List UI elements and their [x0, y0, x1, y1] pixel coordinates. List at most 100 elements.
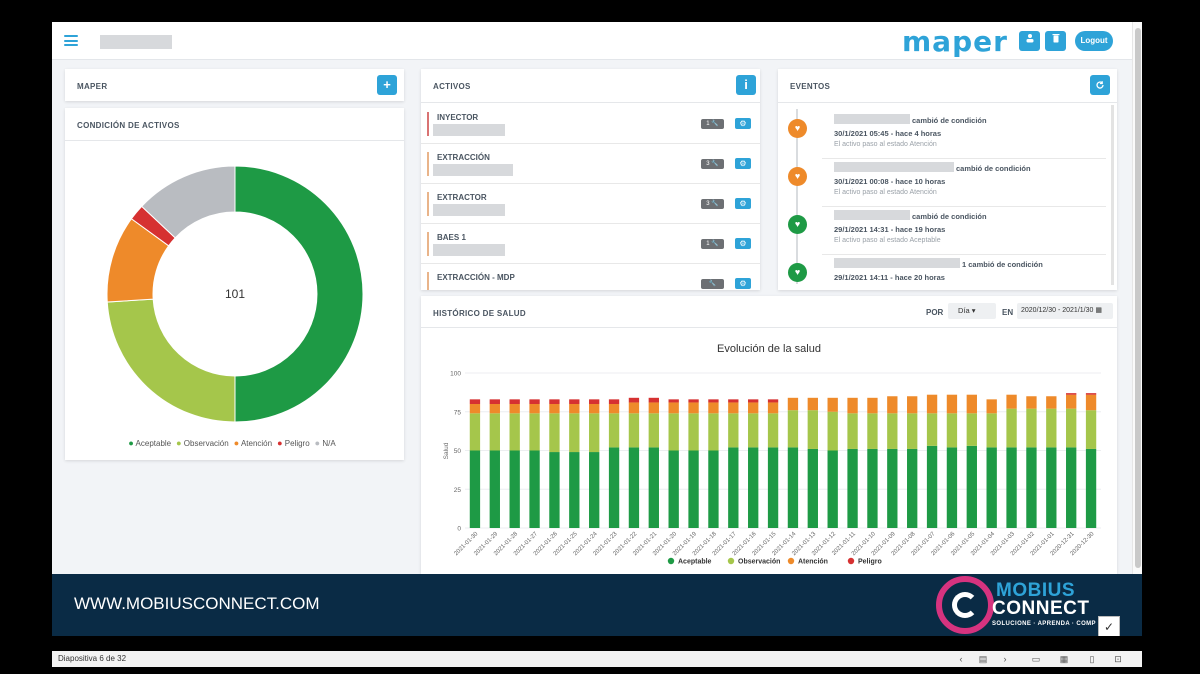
bar-peligro[interactable]	[708, 399, 719, 403]
bar-observacin[interactable]	[469, 413, 481, 451]
bar-observacin[interactable]	[827, 411, 838, 451]
work-order-badge[interactable]: 1 🔧	[701, 119, 724, 129]
bar-peligro[interactable]	[1066, 393, 1077, 395]
bar-aceptable[interactable]	[608, 447, 620, 528]
bar-observacin[interactable]	[867, 413, 878, 449]
bar-aceptable[interactable]	[986, 447, 997, 528]
bar-observacin[interactable]	[489, 413, 500, 451]
bar-aceptable[interactable]	[1085, 448, 1097, 528]
legend-item[interactable]: ● Aceptable	[128, 438, 171, 448]
menu-icon[interactable]	[64, 35, 78, 46]
bar-peligro[interactable]	[509, 399, 520, 404]
user-button[interactable]	[1019, 31, 1040, 51]
bar-peligro[interactable]	[469, 399, 481, 404]
bar-atencin[interactable]	[986, 399, 997, 414]
donut-slice-observacin[interactable]	[106, 298, 236, 423]
bar-aceptable[interactable]	[907, 448, 918, 528]
bar-aceptable[interactable]	[489, 450, 500, 529]
bar-peligro[interactable]	[489, 399, 500, 404]
trash-button[interactable]	[1045, 31, 1066, 51]
bar-observacin[interactable]	[887, 413, 898, 449]
event-item[interactable]: cambió de condición 29/1/2021 14:31 - ha…	[822, 207, 1106, 255]
settings-button[interactable]: ⚙	[735, 118, 751, 129]
bar-atencin[interactable]	[589, 404, 600, 414]
bar-aceptable[interactable]	[1026, 447, 1037, 528]
bar-atencin[interactable]	[867, 397, 878, 414]
bar-observacin[interactable]	[926, 413, 938, 446]
settings-button[interactable]: ⚙	[735, 158, 751, 169]
bar-aceptable[interactable]	[867, 448, 878, 528]
work-order-badge[interactable]: 3 🔧	[701, 159, 724, 169]
bar-atencin[interactable]	[1046, 396, 1057, 409]
bar-atencin[interactable]	[907, 396, 918, 414]
bar-observacin[interactable]	[1026, 408, 1037, 448]
bar-atencin[interactable]	[787, 397, 799, 411]
work-order-badge[interactable]: 🔧	[701, 279, 724, 289]
bar-observacin[interactable]	[688, 413, 699, 451]
settings-button[interactable]: ⚙	[735, 238, 751, 249]
settings-button[interactable]: ⚙	[735, 278, 751, 289]
activo-row[interactable]: EXTRACCIÓN 3 🔧 ⚙	[421, 144, 760, 184]
refresh-button[interactable]	[1090, 75, 1110, 95]
bar-aceptable[interactable]	[1006, 447, 1017, 528]
bar-aceptable[interactable]	[708, 450, 719, 529]
notes-icon[interactable]: ▤	[977, 653, 989, 665]
bar-atencin[interactable]	[688, 402, 699, 414]
bar-atencin[interactable]	[529, 404, 540, 414]
work-order-badge[interactable]: 1 🔧	[701, 239, 724, 249]
bar-observacin[interactable]	[986, 413, 997, 448]
bar-aceptable[interactable]	[668, 450, 679, 529]
bar-aceptable[interactable]	[1046, 447, 1057, 528]
bar-peligro[interactable]	[529, 399, 540, 404]
bar-observacin[interactable]	[946, 413, 958, 448]
bar-aceptable[interactable]	[529, 450, 540, 529]
bar-aceptable[interactable]	[807, 448, 818, 528]
bar-observacin[interactable]	[847, 413, 858, 449]
logout-button[interactable]: Logout	[1075, 31, 1113, 51]
bar-aceptable[interactable]	[966, 445, 977, 528]
legend-item[interactable]: ● Atención	[234, 438, 272, 448]
bar-observacin[interactable]	[509, 413, 520, 451]
bar-atencin[interactable]	[1026, 396, 1037, 409]
bar-atencin[interactable]	[946, 394, 958, 414]
bar-aceptable[interactable]	[767, 447, 779, 528]
chevron-right-icon[interactable]: ›	[999, 653, 1011, 665]
event-item[interactable]: 1 cambió de condición 29/1/2021 14:11 - …	[822, 255, 1106, 290]
bar-atencin[interactable]	[887, 396, 898, 414]
bar-observacin[interactable]	[628, 413, 640, 448]
slide-sorter-icon[interactable]: ▦	[1058, 653, 1070, 665]
bar-peligro[interactable]	[1085, 393, 1097, 395]
bar-aceptable[interactable]	[628, 447, 640, 528]
scrollbar-thumb[interactable]	[1135, 28, 1141, 568]
work-order-badge[interactable]: 3 🔧	[701, 199, 724, 209]
bar-peligro[interactable]	[748, 399, 759, 403]
bar-observacin[interactable]	[1085, 410, 1097, 449]
bar-atencin[interactable]	[608, 404, 620, 414]
legend-series-label[interactable]: Atención	[798, 559, 828, 566]
bar-observacin[interactable]	[569, 413, 580, 453]
bar-observacin[interactable]	[708, 413, 719, 451]
bar-peligro[interactable]	[628, 397, 640, 403]
donut-slice-aceptable[interactable]	[234, 165, 364, 423]
info-button[interactable]: i	[736, 75, 756, 95]
bar-observacin[interactable]	[648, 413, 659, 448]
bar-observacin[interactable]	[1006, 408, 1017, 448]
legend-item[interactable]: ● N/A	[315, 438, 336, 448]
bar-peligro[interactable]	[767, 399, 779, 403]
bar-aceptable[interactable]	[569, 452, 580, 528]
bar-observacin[interactable]	[668, 413, 679, 451]
bar-aceptable[interactable]	[787, 447, 799, 528]
page-scrollbar[interactable]	[1132, 22, 1142, 636]
activo-row[interactable]: EXTRACTOR 3 🔧 ⚙	[421, 184, 760, 224]
bar-observacin[interactable]	[589, 413, 600, 453]
activo-row[interactable]: EXTRACCIÓN - MDP 🔧 ⚙	[421, 264, 760, 290]
bar-observacin[interactable]	[907, 413, 918, 449]
bar-peligro[interactable]	[668, 399, 679, 403]
eventos-scrollbar[interactable]	[1111, 105, 1114, 285]
bar-aceptable[interactable]	[887, 448, 898, 528]
check-button[interactable]: ✓	[1098, 616, 1120, 636]
bar-aceptable[interactable]	[1066, 447, 1077, 528]
legend-series-label[interactable]: Observación	[738, 559, 780, 566]
bar-peligro[interactable]	[549, 399, 560, 404]
bar-atencin[interactable]	[668, 402, 679, 414]
